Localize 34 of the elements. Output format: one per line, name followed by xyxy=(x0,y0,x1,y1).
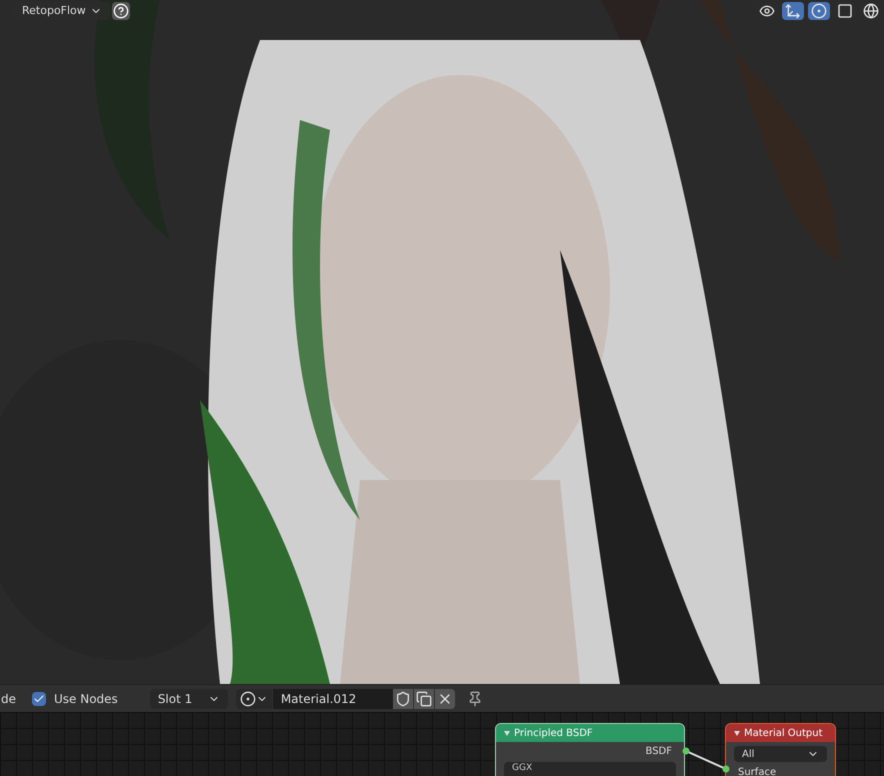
use-nodes-checkbox[interactable]: Use Nodes xyxy=(32,690,118,708)
duplicate-button[interactable] xyxy=(414,688,434,708)
eye-icon xyxy=(759,3,775,19)
checkbox[interactable] xyxy=(32,692,46,706)
viewport-toggle[interactable] xyxy=(782,2,804,20)
target-dropdown[interactable]: All xyxy=(734,746,827,762)
socket-label: Surface xyxy=(738,766,778,776)
socket-label: BSDF xyxy=(646,745,672,758)
gizmo-icon xyxy=(785,3,801,19)
material-sphere-icon xyxy=(240,690,256,706)
fake-user-button[interactable] xyxy=(392,688,413,708)
node-canvas[interactable]: Principled BSDF BSDF GGX Material Output All Surface xyxy=(0,712,884,776)
collapse-triangle-icon xyxy=(734,730,740,736)
slot-dropdown[interactable]: Slot 1 xyxy=(150,688,228,708)
material-browse-button[interactable] xyxy=(236,688,272,708)
help-icon[interactable] xyxy=(112,2,130,20)
overlay-icon xyxy=(811,3,827,19)
node-link xyxy=(682,747,730,773)
distribution-dropdown[interactable]: GGX xyxy=(504,762,676,776)
pin-icon[interactable] xyxy=(466,690,483,706)
node-title: Material Output xyxy=(744,726,823,740)
sphere-icon xyxy=(863,3,879,19)
mode-label: de xyxy=(1,690,16,708)
node-card[interactable]: Material Output All Surface xyxy=(725,723,836,776)
check-icon xyxy=(33,692,45,704)
material-name-field[interactable]: Material.012 xyxy=(272,688,393,708)
node-title: Principled BSDF xyxy=(514,726,593,740)
shield-icon xyxy=(394,690,411,706)
xray-icon xyxy=(837,3,853,19)
collapse-triangle-icon xyxy=(504,730,510,736)
node-card[interactable]: Principled BSDF BSDF GGX xyxy=(495,723,685,776)
viewport-toggle[interactable] xyxy=(808,2,830,20)
close-button[interactable] xyxy=(434,688,455,708)
copy-icon xyxy=(416,690,432,706)
